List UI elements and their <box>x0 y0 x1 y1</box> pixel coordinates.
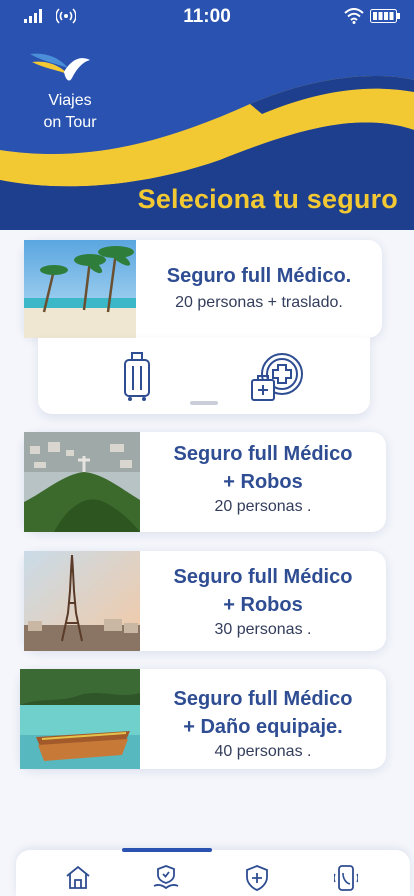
brand-name: Viajes on Tour <box>30 90 110 134</box>
page-title: Seleciona tu seguro <box>137 184 398 214</box>
phone-icon[interactable] <box>334 864 358 892</box>
card-title: Seguro full Médico <box>173 688 353 710</box>
status-bar: 11:00 <box>0 0 414 32</box>
card-title-line2: + Daño equipaje. <box>183 716 343 738</box>
card-subtitle: 20 personas . <box>214 498 312 515</box>
rio-christ-image <box>24 432 140 532</box>
card-title: Seguro full Médico <box>173 443 353 465</box>
beach-image <box>24 240 136 338</box>
insurance-card-1[interactable]: Seguro full Médico. 20 personas + trasla… <box>24 240 382 338</box>
card-subtitle: 30 personas . <box>214 621 312 638</box>
active-tab-indicator <box>122 848 212 852</box>
brand-line2: on Tour <box>43 114 97 131</box>
insurance-card-3[interactable]: Seguro full Médico + Robos 30 personas . <box>24 551 386 651</box>
card-title: Seguro full Médico. <box>166 265 352 287</box>
bottom-tab-bar <box>16 848 410 896</box>
expand-handle[interactable] <box>190 401 218 405</box>
card-title-line2: + Robos <box>223 471 303 493</box>
card-subtitle: 20 personas + traslado. <box>175 294 343 311</box>
home-icon[interactable] <box>65 864 91 890</box>
luggage-icon[interactable] <box>122 350 152 402</box>
wifi-icon <box>344 8 364 24</box>
hand-shield-icon[interactable] <box>152 864 180 892</box>
boats-lake-image <box>20 669 140 769</box>
paris-eiffel-image <box>24 551 140 651</box>
logo-icon <box>30 53 90 81</box>
shield-plus-icon[interactable] <box>244 864 270 892</box>
card-subtitle: 40 personas . <box>214 743 312 760</box>
card-title: Seguro full Médico <box>173 566 353 588</box>
card-1-expanded-panel <box>38 338 370 414</box>
insurance-card-2[interactable]: Seguro full Médico + Robos 20 personas . <box>24 432 386 532</box>
medical-kit-icon[interactable] <box>250 352 304 404</box>
battery-icon <box>370 9 400 23</box>
header: Viajes on Tour Seleciona tu seguro <box>0 32 414 230</box>
insurance-card-4[interactable]: Seguro full Médico + Daño equipaje. 40 p… <box>20 669 386 769</box>
card-title-line2: + Robos <box>223 594 303 616</box>
brand-line1: Viajes <box>48 92 92 109</box>
